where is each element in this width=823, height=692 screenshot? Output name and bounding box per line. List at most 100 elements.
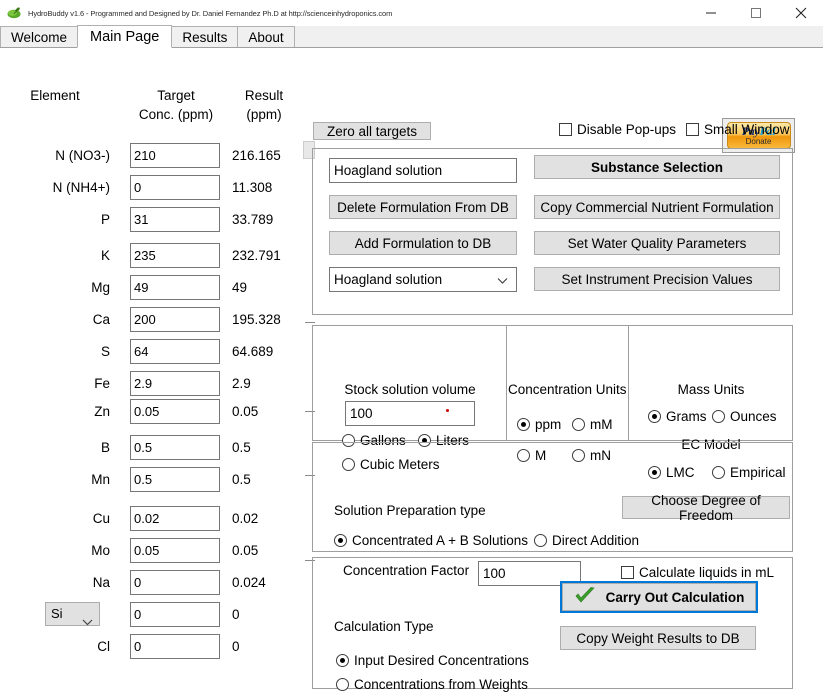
copy-commercial-formulation-button[interactable]: Copy Commercial Nutrient Formulation [534, 195, 780, 219]
conc-unit-ppm-radio-dot[interactable] [517, 418, 530, 431]
element-target-input[interactable]: 64 [130, 339, 220, 364]
calculation-type-title: Calculation Type [334, 619, 434, 634]
tab-about[interactable]: About [237, 26, 295, 47]
element-select-si[interactable]: Si [45, 602, 100, 626]
delete-formulation-button[interactable]: Delete Formulation From DB [329, 195, 517, 219]
conc-unit-mm-radio-dot[interactable] [572, 418, 585, 431]
calc-from-weights-radio[interactable]: Concentrations from Weights [336, 677, 528, 692]
header-element: Element [30, 88, 80, 103]
mass-unit-ounces-radio-dot[interactable] [712, 410, 725, 423]
set-water-quality-button[interactable]: Set Water Quality Parameters [534, 231, 780, 255]
element-target-input[interactable]: 2.9 [130, 371, 220, 396]
header-target-line1: Target [157, 88, 195, 103]
element-target-input[interactable]: 0.02 [130, 506, 220, 531]
element-result-value: 0.024 [232, 575, 266, 590]
concentration-units-title: Concentration Units [508, 382, 627, 397]
prep-concentrated-ab-radio[interactable]: Concentrated A + B Solutions [334, 533, 528, 548]
mass-unit-grams-radio-dot[interactable] [648, 410, 661, 423]
formulation-name-input[interactable]: Hoagland solution [329, 158, 517, 183]
element-label: Mn [91, 472, 110, 487]
element-label: Cu [92, 511, 110, 526]
formulation-panel-bottom-border [312, 314, 793, 315]
set-instrument-precision-button[interactable]: Set Instrument Precision Values [534, 267, 780, 291]
add-formulation-button[interactable]: Add Formulation to DB [329, 231, 517, 255]
tab-main-page[interactable]: Main Page [77, 25, 173, 48]
element-target-input[interactable]: 0 [130, 570, 220, 595]
calc-input-concentrations-radio[interactable]: Input Desired Concentrations [336, 653, 529, 668]
element-target-input[interactable]: 200 [130, 307, 220, 332]
element-target-input[interactable]: 210 [130, 143, 220, 168]
element-target-input[interactable]: 0 [130, 602, 220, 627]
element-label: Ca [92, 312, 110, 327]
conc-unit-mm-radio[interactable]: mM [572, 417, 613, 432]
element-result-value: 0.5 [232, 472, 251, 487]
element-target-input[interactable]: 31 [130, 207, 220, 232]
element-row: N (NH4+) 0 11.308 [0, 175, 300, 201]
element-result-value: 33.789 [232, 212, 274, 227]
small-window-checkbox[interactable]: Small Window [686, 122, 790, 137]
element-row: Cl 0 0 [0, 634, 300, 660]
element-row: Mo 0.05 0.05 [0, 538, 300, 564]
maximize-button[interactable] [733, 0, 778, 26]
prep-direct-addition-radio[interactable]: Direct Addition [534, 533, 639, 548]
formulation-select[interactable]: Hoagland solution [329, 267, 517, 292]
header-result-line2: (ppm) [246, 107, 282, 122]
element-row: B 0.5 0.5 [0, 435, 300, 461]
conc-unit-ppm-label: ppm [535, 417, 562, 432]
main-page-panel: Element Target Conc. (ppm) Result (ppm) … [0, 48, 823, 692]
calc-input-concentrations-radio-dot[interactable] [336, 654, 349, 667]
element-result-value: 64.689 [232, 344, 274, 359]
minimize-button[interactable] [688, 0, 733, 26]
substance-selection-button[interactable]: Substance Selection [534, 155, 780, 179]
element-label: K [100, 248, 110, 263]
stock-volume-marker-dot [446, 409, 449, 412]
calc-from-weights-radio-dot[interactable] [336, 678, 349, 691]
element-row: Zn 0.05 0.05 [0, 399, 300, 425]
tab-bar[interactable]: Welcome Main Page Results About [0, 25, 823, 48]
conc-unit-ppm-radio[interactable]: ppm [517, 417, 561, 432]
tab-results[interactable]: Results [171, 26, 239, 47]
mass-units-title: Mass Units [677, 382, 745, 397]
calc-input-concentrations-label: Input Desired Concentrations [354, 653, 529, 668]
prep-concentrated-ab-radio-dot[interactable] [334, 534, 347, 547]
element-row: N (NO3-) 210 216.165 [0, 143, 300, 169]
element-row: Mg 49 49 [0, 275, 300, 301]
element-target-input[interactable]: 0 [130, 634, 220, 659]
choose-degree-of-freedom-button[interactable]: Choose Degree of Freedom [622, 493, 790, 523]
carry-out-calculation-label: Carry Out Calculation [605, 589, 745, 605]
prep-direct-addition-label: Direct Addition [552, 533, 640, 548]
close-button[interactable] [778, 0, 823, 26]
small-window-checkbox-box[interactable] [686, 123, 699, 136]
units-panel-divider-2 [628, 325, 629, 441]
element-row: Fe 2.9 2.9 [0, 371, 300, 397]
element-result-value: 0.02 [232, 511, 259, 526]
element-target-input[interactable]: 0 [130, 175, 220, 200]
element-result-value: 195.328 [232, 312, 281, 327]
element-target-input[interactable]: 49 [130, 275, 220, 300]
formulation-panel-top-border [312, 148, 792, 149]
plant-leaf-icon [6, 5, 22, 21]
mass-unit-grams-radio[interactable]: Grams [648, 409, 707, 424]
disable-popups-checkbox-box[interactable] [559, 123, 572, 136]
zero-all-targets-button[interactable]: Zero all targets [313, 122, 431, 140]
copy-weight-results-button[interactable]: Copy Weight Results to DB [560, 626, 756, 650]
element-target-input[interactable]: 0.5 [130, 467, 220, 492]
prep-direct-addition-radio-dot[interactable] [534, 534, 547, 547]
solution-preparation-title: Solution Preparation type [334, 503, 486, 518]
disable-popups-checkbox[interactable]: Disable Pop-ups [559, 122, 676, 137]
element-label: S [100, 344, 110, 359]
stock-solution-volume-input[interactable]: 100 [345, 401, 475, 426]
tab-welcome[interactable]: Welcome [0, 26, 79, 47]
element-target-input[interactable]: 0.5 [130, 435, 220, 460]
element-target-input[interactable]: 235 [130, 243, 220, 268]
element-target-input[interactable]: 0.05 [130, 399, 220, 424]
element-row: Na 0 0.024 [0, 570, 300, 596]
element-row: P 31 33.789 [0, 207, 300, 233]
carry-out-calculation-button[interactable]: Carry Out Calculation [560, 581, 758, 613]
element-result-value: 0.5 [232, 440, 251, 455]
mass-unit-ounces-radio[interactable]: Ounces [712, 409, 777, 424]
grid-tick [305, 322, 315, 323]
element-target-input[interactable]: 0.05 [130, 538, 220, 563]
element-row: Si 0 0 [0, 602, 300, 628]
element-label: Fe [94, 376, 110, 391]
